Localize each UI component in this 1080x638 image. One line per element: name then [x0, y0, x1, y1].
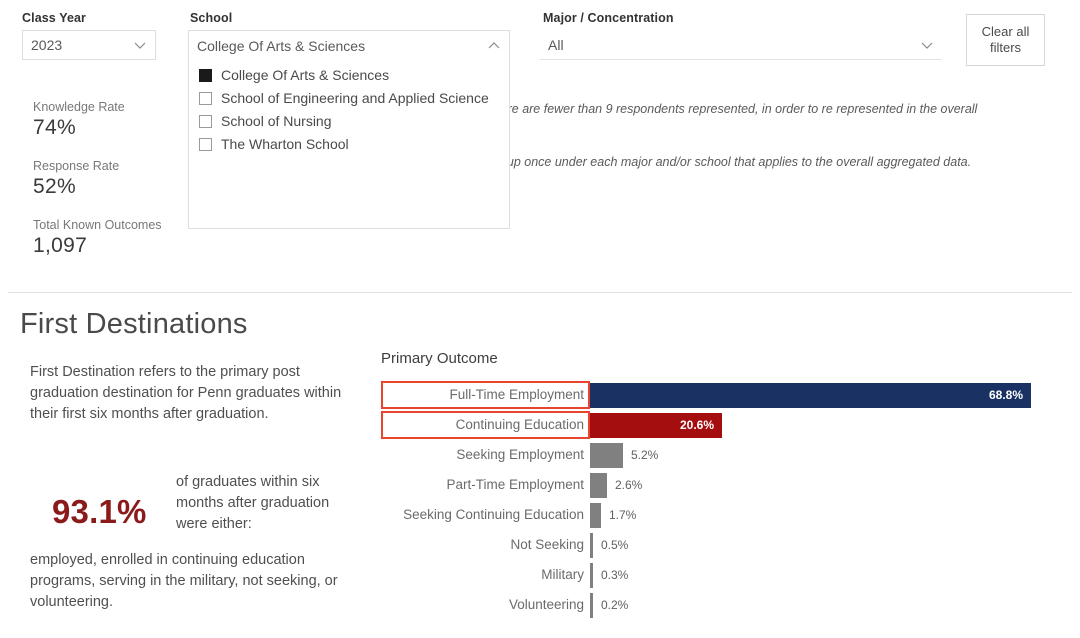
clear-all-filters-button[interactable]: Clear all filters: [966, 14, 1045, 66]
checkbox-unchecked-icon[interactable]: [199, 91, 212, 105]
school-options-panel: College Of Arts & Sciences School of Eng…: [188, 59, 510, 229]
chart-bar-value: 1.7%: [609, 508, 637, 522]
class-year-dropdown[interactable]: 2023: [22, 30, 156, 60]
headline-percentage: 93.1%: [52, 493, 147, 530]
chart-bar-label[interactable]: Volunteering: [381, 592, 590, 618]
chart-bar-value: 0.5%: [601, 538, 629, 552]
chart-bar-value: 0.2%: [601, 598, 629, 612]
headline-supporting-text: of graduates within six months after gra…: [176, 474, 330, 532]
chart-bar-row[interactable]: Seeking Continuing Education 1.7%: [381, 500, 1080, 530]
checkbox-unchecked-icon[interactable]: [199, 137, 212, 151]
checkbox-checked-icon[interactable]: [199, 68, 212, 82]
school-option-label: School of Engineering and Applied Scienc…: [221, 90, 489, 106]
chart-title: Primary Outcome: [381, 350, 498, 367]
class-year-value: 2023: [31, 37, 63, 53]
headline-detail-text: employed, enrolled in continuing educati…: [30, 552, 338, 610]
chevron-down-icon: [920, 38, 934, 52]
school-option-1[interactable]: School of Engineering and Applied Scienc…: [189, 88, 509, 108]
chart-bar-value: 0.3%: [601, 568, 629, 582]
page-title: First Destinations: [20, 308, 248, 340]
chart-bar-row[interactable]: Military 0.3%: [381, 560, 1080, 590]
chart-bar-value: 68.8%: [988, 388, 1023, 402]
primary-outcome-bar-chart: Full-Time Employment 68.8% Continuing Educ…: [381, 380, 1080, 638]
chart-bar[interactable]: 20.6%: [590, 412, 722, 438]
major-label: Major / Concentration: [543, 11, 674, 25]
chart-bar-row[interactable]: Part-Time Employment 2.6%: [381, 470, 1080, 500]
section-divider: [8, 292, 1072, 293]
school-dropdown[interactable]: College Of Arts & Sciences: [188, 30, 510, 60]
dashboard-page: Class Year 2023 School College Of Arts &…: [0, 0, 1080, 638]
class-year-label: Class Year: [22, 11, 87, 25]
chart-bar-label[interactable]: Seeking Continuing Education: [381, 502, 590, 528]
chart-bar[interactable]: [590, 442, 623, 468]
kpi-response-rate: Response Rate 52%: [33, 159, 119, 199]
chart-bar-value: 5.2%: [631, 448, 659, 462]
school-label: School: [190, 11, 233, 25]
kpi-label: Total Known Outcomes: [33, 218, 162, 232]
kpi-value: 52%: [33, 175, 76, 198]
school-option-2[interactable]: School of Nursing: [189, 111, 509, 131]
kpi-knowledge-rate: Knowledge Rate 74%: [33, 100, 125, 140]
chart-bar-row[interactable]: Continuing Education 20.6%: [381, 410, 1080, 440]
chevron-down-icon: [133, 38, 147, 52]
chart-bar-value: 20.6%: [679, 418, 714, 432]
school-option-label: College Of Arts & Sciences: [221, 67, 390, 83]
chart-bar[interactable]: [590, 502, 601, 528]
chart-bar-value: 2.6%: [615, 478, 643, 492]
major-value: All: [548, 36, 564, 53]
chart-bar-row[interactable]: Not Seeking 0.5%: [381, 530, 1080, 560]
chart-bar[interactable]: [590, 532, 593, 558]
kpi-value: 74%: [33, 116, 76, 139]
kpi-label: Knowledge Rate: [33, 100, 125, 114]
school-option-label: School of Nursing: [221, 113, 332, 129]
chart-bar[interactable]: [590, 472, 607, 498]
school-value: College Of Arts & Sciences: [197, 37, 366, 54]
school-option-3[interactable]: The Wharton School: [189, 134, 509, 154]
chart-bar-label[interactable]: Continuing Education: [381, 411, 590, 439]
chevron-up-icon: [487, 39, 501, 53]
chart-bar-row[interactable]: Full-Time Employment 68.8%: [381, 380, 1080, 410]
school-option-label: The Wharton School: [221, 136, 349, 152]
kpi-label: Response Rate: [33, 159, 120, 173]
kpi-value: 1,097: [33, 234, 88, 257]
kpi-total-known-outcomes: Total Known Outcomes 1,097: [33, 218, 162, 258]
first-destinations-description: First Destination refers to the primary …: [30, 364, 342, 422]
chart-bar-label[interactable]: Full-Time Employment: [381, 381, 590, 409]
chart-bar-label[interactable]: Seeking Employment: [381, 442, 590, 468]
chart-bar[interactable]: [590, 592, 593, 618]
chart-bar[interactable]: 68.8%: [590, 382, 1031, 408]
chart-bar-label[interactable]: Not Seeking: [381, 532, 590, 558]
chart-bar-label[interactable]: Military: [381, 562, 590, 588]
chart-bar-row[interactable]: Seeking Employment 5.2%: [381, 440, 1080, 470]
chart-bar[interactable]: [590, 562, 593, 588]
major-dropdown[interactable]: All: [540, 30, 942, 60]
checkbox-unchecked-icon[interactable]: [199, 114, 212, 128]
chart-bar-row[interactable]: Volunteering 0.2%: [381, 590, 1080, 620]
school-option-0[interactable]: College Of Arts & Sciences: [189, 65, 509, 85]
chart-bar-label[interactable]: Part-Time Employment: [381, 472, 590, 498]
